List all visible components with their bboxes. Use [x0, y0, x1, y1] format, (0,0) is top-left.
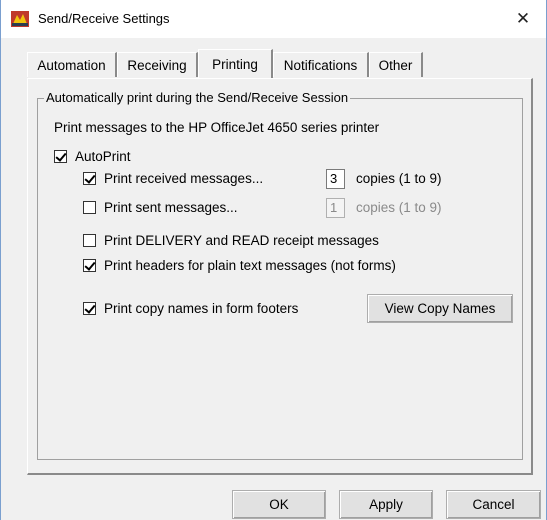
received-copies-label: copies (1 to 9) — [356, 171, 442, 186]
ok-button[interactable]: OK — [232, 490, 326, 519]
tab-automation[interactable]: Automation — [27, 52, 117, 77]
autoprint-checkbox[interactable] — [54, 150, 67, 163]
print-sent-checkbox-row[interactable]: Print sent messages... — [83, 200, 238, 215]
received-copies-field[interactable]: 3 — [326, 169, 345, 189]
title-bar: Send/Receive Settings ✕ — [1, 0, 546, 38]
printer-description: Print messages to the HP OfficeJet 4650 … — [54, 120, 380, 135]
print-receipts-checkbox[interactable] — [83, 234, 96, 247]
window-title: Send/Receive Settings — [38, 11, 170, 26]
close-button[interactable]: ✕ — [500, 0, 546, 38]
print-receipts-checkbox-row[interactable]: Print DELIVERY and READ receipt messages — [83, 233, 379, 248]
tab-notifications[interactable]: Notifications — [273, 52, 369, 77]
print-receipts-label: Print DELIVERY and READ receipt messages — [104, 233, 379, 248]
print-copy-names-checkbox-row[interactable]: Print copy names in form footers — [83, 301, 298, 316]
print-sent-label: Print sent messages... — [104, 200, 238, 215]
sent-copies-label: copies (1 to 9) — [356, 200, 442, 215]
cancel-button[interactable]: Cancel — [446, 490, 541, 519]
print-headers-label: Print headers for plain text messages (n… — [104, 258, 396, 273]
print-copy-names-checkbox[interactable] — [83, 302, 96, 315]
print-headers-checkbox-row[interactable]: Print headers for plain text messages (n… — [83, 258, 396, 273]
print-received-checkbox[interactable] — [83, 172, 96, 185]
print-headers-checkbox[interactable] — [83, 259, 96, 272]
app-icon — [11, 11, 29, 27]
print-sent-checkbox[interactable] — [83, 201, 96, 214]
sent-copies-field: 1 — [326, 198, 345, 218]
tab-printing[interactable]: Printing — [198, 49, 273, 78]
autoprint-checkbox-row[interactable]: AutoPrint — [54, 149, 131, 164]
tab-receiving[interactable]: Receiving — [117, 52, 198, 77]
autoprint-label: AutoPrint — [75, 149, 131, 164]
print-copy-names-label: Print copy names in form footers — [104, 301, 299, 316]
print-received-checkbox-row[interactable]: Print received messages... — [83, 171, 263, 186]
close-icon: ✕ — [515, 9, 531, 28]
tab-other[interactable]: Other — [369, 52, 423, 77]
send-receive-settings-dialog: Send/Receive Settings ✕ Automation Recei… — [0, 0, 547, 520]
groupbox-legend: Automatically print during the Send/Rece… — [44, 90, 351, 105]
view-copy-names-button[interactable]: View Copy Names — [367, 294, 513, 323]
print-received-label: Print received messages... — [104, 171, 264, 186]
apply-button[interactable]: Apply — [339, 490, 433, 519]
